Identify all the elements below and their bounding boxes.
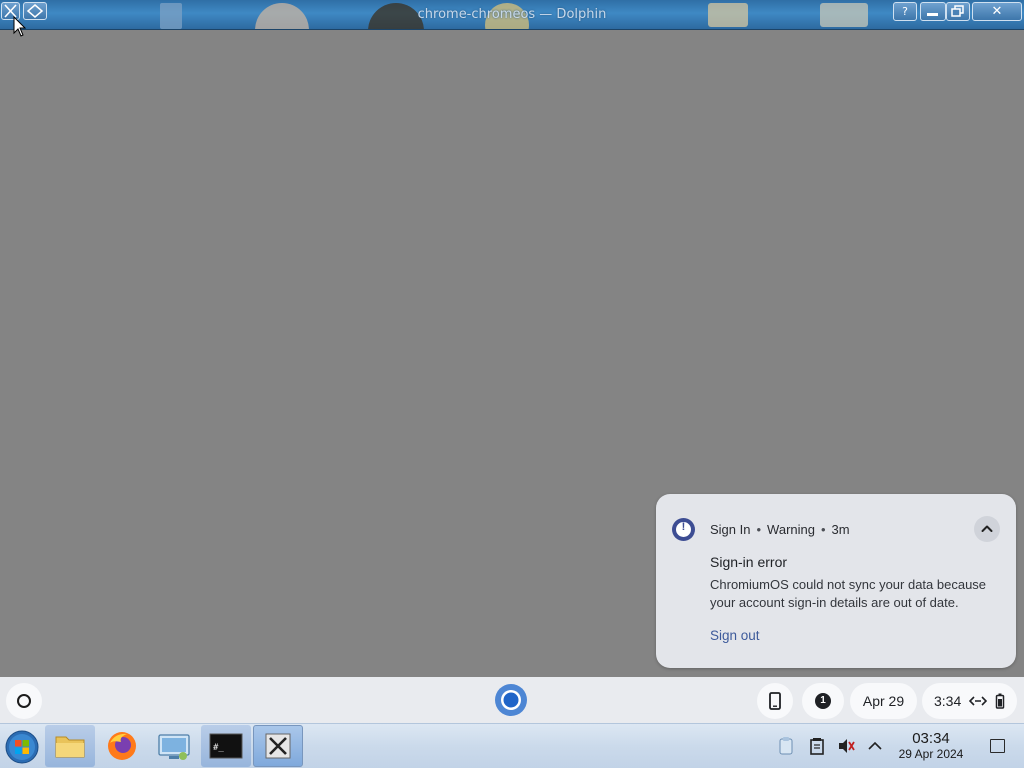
warning-icon: ! [672,518,695,541]
chevron-up-icon [981,525,993,532]
start-orb-icon [5,730,39,764]
taskbar-file-explorer[interactable] [45,725,95,767]
chromium-browser-icon[interactable] [494,683,528,717]
folder-icon [55,736,85,758]
start-button[interactable] [0,725,44,767]
close-button[interactable]: ✕ [972,2,1022,21]
restore-icon [951,5,964,17]
battery-icon [995,693,1005,709]
taskbar-date: 29 Apr 2024 [898,747,964,761]
window-title-bar[interactable]: chrome-chromeos — Dolphin ? ✕ [0,0,1024,30]
maximize-button[interactable] [946,2,970,21]
remote-desktop-icon [158,734,190,760]
status-area[interactable]: 3:34 [922,683,1017,719]
firefox-icon [108,732,136,760]
sign-out-button[interactable]: Sign out [710,628,760,643]
clipboard-tray-icon[interactable] [776,736,796,756]
document-tray-icon[interactable] [807,736,827,756]
date-tray[interactable]: Apr 29 [850,683,917,719]
window-title: chrome-chromeos — Dolphin [417,7,607,22]
notification-source: Sign In [710,522,751,537]
network-ethernet-icon [969,696,987,706]
launcher-button[interactable] [6,683,42,719]
chromeos-shelf: 1 Apr 29 3:34 [0,677,1024,723]
help-button[interactable]: ? [893,2,917,21]
notification-counter[interactable]: 1 [802,683,844,719]
notification-header: Sign In • Warning • 3m [710,522,850,537]
header-separator: • [820,522,826,537]
notification-message: ChromiumOS could not sync your data beca… [710,577,987,610]
taskbar-firefox[interactable] [97,725,147,767]
sign-in-notification[interactable]: ! Sign In • Warning • 3m Sign-in error Chrom… [656,494,1016,668]
x-window-icon [265,733,291,759]
notification-count: 1 [820,695,826,706]
show-desktop-button[interactable] [990,739,1005,753]
taskbar-terminal[interactable]: #_ [201,725,251,767]
terminal-icon: #_ [209,733,243,759]
collapse-button[interactable] [974,516,1000,542]
minimize-icon [927,13,938,16]
taskbar-remote-desktop[interactable] [149,725,199,767]
notification-title: Sign-in error [710,554,788,570]
minimize-button[interactable] [920,2,946,21]
notification-age: 3m [831,522,850,537]
notification-count-icon: 1 [815,693,831,709]
taskbar-x-window[interactable] [253,725,303,767]
volume-muted-icon[interactable] [836,736,856,756]
taskbar-time: 03:34 [912,730,950,747]
launcher-circle-icon [17,694,31,708]
svg-text:#_: #_ [213,743,224,753]
shelf-date: Apr 29 [862,693,905,709]
host-taskbar: #_ 03:34 29 Apr 2024 [0,723,1024,768]
header-separator: • [756,522,762,537]
notification-severity: Warning [767,522,815,537]
show-hidden-icons-chevron-icon[interactable] [865,736,885,756]
taskbar-clock[interactable]: 03:34 29 Apr 2024 [890,730,972,761]
mouse-cursor-icon [13,16,27,37]
shelf-time: 3:34 [934,693,962,709]
phone-hub-button[interactable] [757,683,793,719]
phone-icon [769,692,781,710]
